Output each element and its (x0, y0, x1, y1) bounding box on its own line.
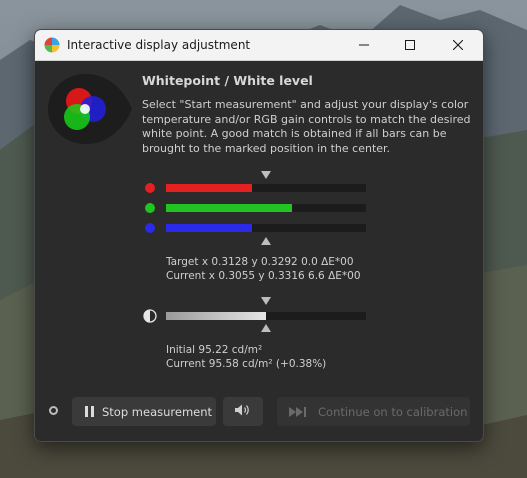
whitepoint-readout: Target x 0.3128 y 0.3292 0.0 ΔE*00 Curre… (166, 256, 361, 283)
current-luminance: Current 95.58 cd/m² (+0.38%) (166, 357, 327, 370)
luminance-marker-top (261, 297, 271, 305)
speaker-icon (234, 403, 252, 420)
luminance-marker-bottom (261, 324, 271, 332)
instructions-text: Select "Start measurement" and adjust yo… (142, 98, 471, 155)
luminance-fill (166, 312, 266, 320)
close-button[interactable] (435, 30, 481, 60)
section-heading: Whitepoint / White level (142, 73, 313, 88)
brightness-icon (143, 308, 157, 323)
blue-gain-fill (166, 224, 252, 232)
rgb-logo-icon (46, 72, 132, 146)
target-marker-bottom (261, 237, 271, 245)
continue-calibration-label: Continue on to calibration (318, 404, 468, 419)
target-marker-top (261, 171, 271, 179)
red-gain-bar (166, 184, 366, 192)
minimize-button[interactable] (341, 30, 387, 60)
luminance-bar (166, 312, 366, 320)
initial-luminance: Initial 95.22 cd/m² (166, 344, 263, 356)
red-channel-dot (145, 183, 155, 193)
status-indicator (49, 406, 58, 415)
green-gain-fill (166, 204, 292, 212)
green-gain-bar (166, 204, 366, 212)
sound-toggle-button[interactable] (223, 397, 263, 426)
blue-gain-bar (166, 224, 366, 232)
stop-measurement-label: Stop measurement (102, 404, 213, 419)
stop-measurement-button[interactable]: Stop measurement (72, 397, 216, 426)
continue-calibration-button[interactable]: Continue on to calibration (277, 397, 470, 426)
target-whitepoint: Target x 0.3128 y 0.3292 0.0 ΔE*00 (166, 256, 354, 268)
red-gain-fill (166, 184, 252, 192)
pause-icon (85, 406, 94, 417)
maximize-button[interactable] (387, 30, 433, 60)
displaycal-icon (44, 37, 60, 53)
skip-forward-icon (288, 406, 308, 418)
title-bar[interactable]: Interactive display adjustment (35, 30, 483, 61)
blue-channel-dot (145, 223, 155, 233)
luminance-readout: Initial 95.22 cd/m² Current 95.58 cd/m² … (166, 344, 326, 371)
window-title: Interactive display adjustment (67, 38, 251, 52)
adjustment-window: Interactive display adjustment Whitepoin… (34, 29, 484, 442)
current-whitepoint: Current x 0.3055 y 0.3316 6.6 ΔE*00 (166, 269, 361, 282)
green-channel-dot (145, 203, 155, 213)
